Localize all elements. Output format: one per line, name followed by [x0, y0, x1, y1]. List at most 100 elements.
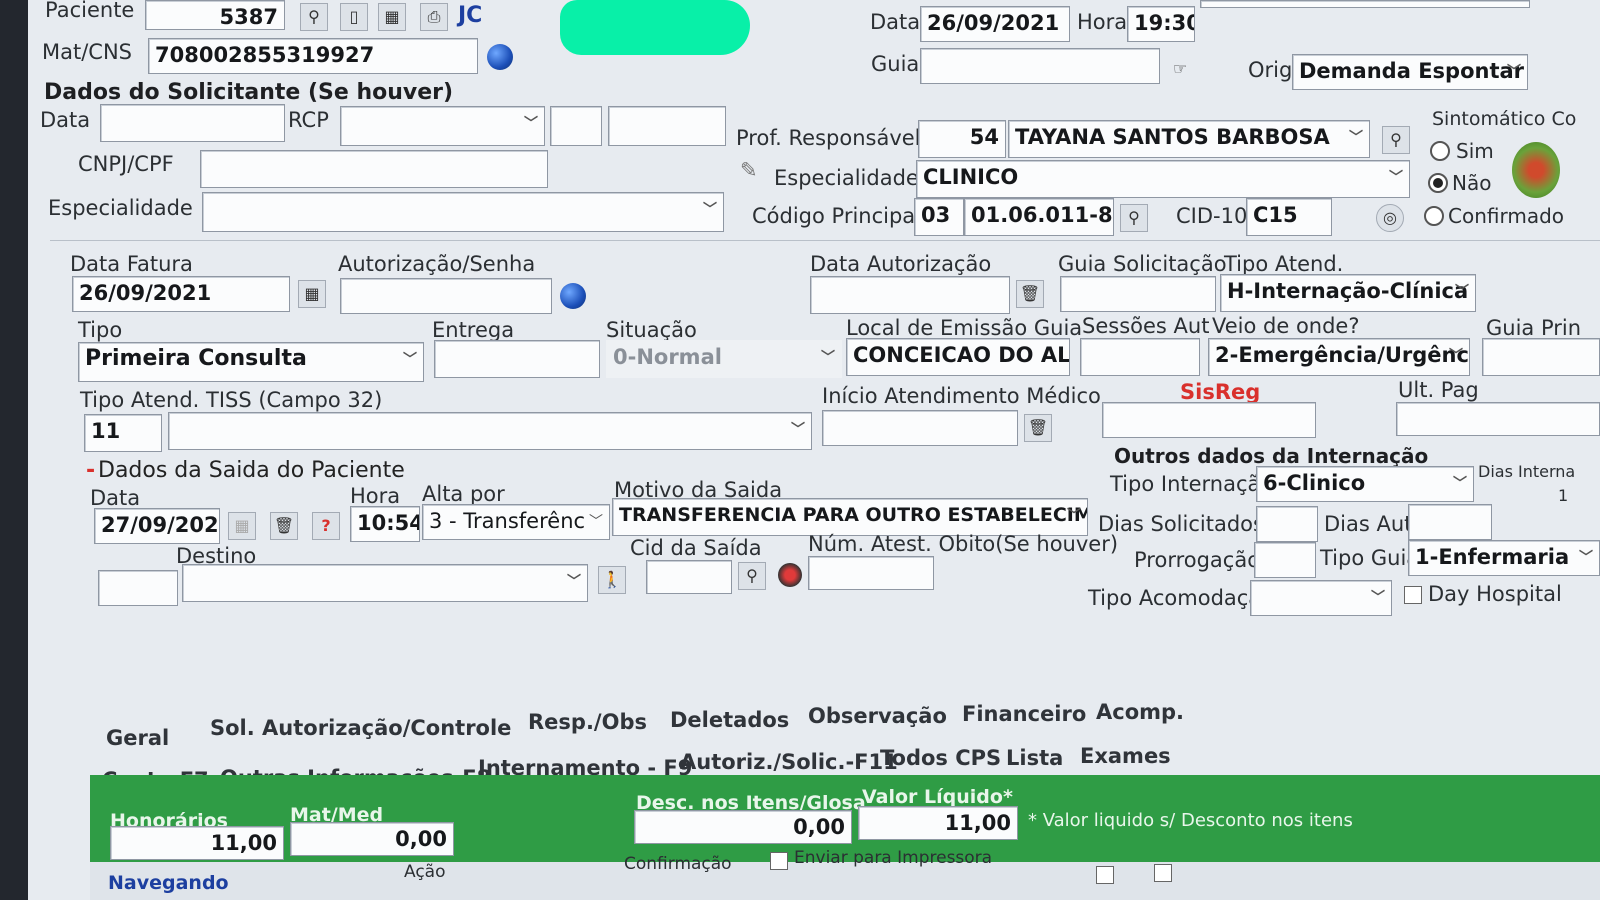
matcns-field[interactable]: 708002855319927 — [148, 38, 478, 74]
globe-icon[interactable] — [560, 283, 586, 309]
data-field[interactable]: 26/09/2021 — [920, 6, 1070, 42]
rcp-select[interactable]: ﹀ — [340, 106, 545, 146]
tab-observacao[interactable]: Observação — [808, 706, 947, 727]
document-icon[interactable]: ▯ — [340, 3, 368, 31]
day-hospital-checkbox[interactable] — [1404, 586, 1422, 604]
printer-icon[interactable]: ⎙ — [420, 3, 448, 31]
tipo-select[interactable]: Primeira Consulta ﹀ — [78, 342, 424, 382]
hora-field[interactable]: 19:30 — [1127, 6, 1195, 42]
prorrogacao-field[interactable] — [1254, 542, 1316, 578]
prof-name-select[interactable]: TAYANA SANTOS BARBOSA ﹀ — [1008, 120, 1370, 158]
bottom-checkbox-1[interactable] — [1096, 866, 1114, 884]
data-autorizacao-field[interactable] — [810, 276, 1010, 314]
motivo-select[interactable]: TRANSFERENCIA PARA OUTRO ESTABELECIMEN ﹀ — [612, 498, 1088, 536]
binoculars-icon[interactable]: ⚲ — [1382, 126, 1410, 154]
guia-field[interactable] — [920, 48, 1160, 84]
saida-data-field[interactable]: 27/09/2021 — [94, 508, 220, 544]
local-emissao-field[interactable]: CONCEICAO DO ALM — [846, 338, 1070, 376]
tiss-code-field[interactable]: 11 — [84, 414, 162, 452]
tab-sol-autorizacao[interactable]: Sol. Autorização/Controle — [210, 718, 511, 739]
honorarios-field[interactable]: 11,00 — [110, 826, 284, 860]
record-icon[interactable] — [778, 563, 802, 587]
cid-field[interactable]: C15 — [1246, 198, 1332, 236]
matmed-field[interactable]: 0,00 — [290, 822, 454, 856]
tab-todos-cps[interactable]: Todos CPS — [880, 748, 1001, 769]
binoculars-icon[interactable]: ⚲ — [1120, 204, 1148, 232]
sol-especialidade-select[interactable]: ﹀ — [202, 192, 724, 232]
calendar-icon[interactable]: ▦ — [298, 280, 326, 308]
enviar-impressora-checkbox[interactable] — [770, 852, 788, 870]
globe-icon[interactable] — [487, 44, 513, 70]
sessoes-field[interactable] — [1080, 338, 1200, 376]
orig-select[interactable]: Demanda Espontar ﹀ — [1292, 54, 1528, 90]
dias-solicitados-field[interactable] — [1256, 506, 1318, 542]
inicio-field[interactable] — [822, 410, 1018, 446]
data-fatura-field[interactable]: 26/09/2021 — [72, 276, 290, 312]
trash-icon[interactable]: 🗑 — [270, 512, 298, 540]
tab-lista[interactable]: Lista — [1006, 748, 1063, 769]
settings-icon[interactable]: ◎ — [1376, 204, 1404, 232]
tiss-select[interactable]: ﹀ — [168, 412, 812, 450]
sintomatico-nao-radio[interactable] — [1428, 173, 1448, 193]
binoculars-icon[interactable]: ⚲ — [738, 562, 766, 590]
trash-icon[interactable]: 🗑 — [1016, 280, 1044, 308]
tipo-guia-select[interactable]: 1-Enfermaria ﹀ — [1408, 540, 1600, 576]
tab-financeiro[interactable]: Financeiro — [962, 704, 1086, 725]
bottom-checkbox-2[interactable] — [1154, 864, 1172, 882]
autorizacao-field[interactable] — [340, 278, 552, 314]
codigo-procedure-field[interactable]: 01.06.011-8 — [964, 198, 1114, 236]
rcp-number-field[interactable] — [608, 106, 726, 146]
rcp-uf-field[interactable] — [550, 106, 602, 146]
cid-label: CID-10 — [1176, 204, 1248, 228]
ult-pag-field[interactable] — [1396, 402, 1600, 436]
tab-deletados[interactable]: Deletados — [670, 710, 789, 731]
walking-person-icon[interactable]: 🚶 — [598, 566, 626, 594]
virus-icon — [1512, 142, 1560, 198]
entrega-field[interactable] — [434, 340, 600, 378]
cid-saida-field[interactable] — [646, 560, 732, 594]
paciente-label: Paciente — [45, 0, 135, 22]
atestado-field[interactable] — [808, 556, 934, 590]
tab-autoriz-solic[interactable]: Autoriz./Solic.-F11 — [680, 752, 898, 773]
pin-icon[interactable]: ✎ — [740, 160, 758, 181]
prof-especialidade-select[interactable]: CLINICO ﹀ — [916, 160, 1410, 198]
calculator-icon[interactable]: ▦ — [378, 3, 406, 31]
situacao-select[interactable]: 0-Normal ﹀ — [606, 340, 842, 378]
prof-code-field[interactable]: 54 — [918, 120, 1006, 158]
sintomatico-nao-label: Não — [1452, 171, 1492, 195]
trash-icon[interactable]: 🗑 — [1024, 414, 1052, 442]
dias-aut-field[interactable] — [1408, 504, 1492, 540]
sintomatico-label: Sintomático Co — [1432, 108, 1577, 130]
section-divider — [50, 240, 1600, 241]
tab-geral[interactable]: Geral — [106, 728, 169, 749]
pointer-hand-icon[interactable]: ☞ — [1166, 56, 1194, 84]
sol-data-field[interactable] — [100, 104, 285, 142]
destino-select[interactable]: ﹀ — [182, 564, 588, 602]
tipo-atend-select[interactable]: H-Internação-Clínica ﹀ — [1220, 274, 1476, 312]
sintomatico-confirmado-radio[interactable] — [1424, 206, 1444, 226]
liquido-field[interactable]: 11,00 — [858, 806, 1018, 840]
desc-field[interactable]: 0,00 — [634, 810, 852, 844]
binoculars-icon[interactable]: ⚲ — [300, 3, 328, 31]
destino-code-field[interactable] — [98, 570, 178, 606]
codigo-group-field[interactable]: 03 — [914, 198, 964, 236]
sisreg-field[interactable] — [1102, 402, 1316, 438]
alta-select[interactable]: 3 - Transferênc ﹀ — [422, 504, 610, 540]
guia-solicitacao-field[interactable] — [1060, 276, 1216, 312]
saida-hora-field[interactable]: 10:54 — [350, 506, 420, 542]
tab-acomp[interactable]: Acomp. — [1096, 702, 1184, 723]
help-icon[interactable]: ? — [312, 512, 340, 540]
guia-prin-field[interactable] — [1482, 338, 1600, 376]
top-right-field[interactable] — [1200, 0, 1530, 8]
sintomatico-sim-radio[interactable] — [1430, 141, 1450, 161]
tab-exames[interactable]: Exames — [1080, 746, 1171, 767]
collapse-icon[interactable]: - — [86, 460, 95, 482]
tab-resp-obs[interactable]: Resp./Obs — [528, 712, 647, 733]
calendar-icon[interactable]: ▦ — [228, 512, 256, 540]
dias-internacao-value: 1 — [1558, 486, 1569, 505]
paciente-field[interactable]: 5387 — [145, 0, 285, 30]
tipo-internacao-select[interactable]: 6-Clinico ﹀ — [1256, 466, 1474, 502]
veio-select[interactable]: 2-Emergência/Urgênci ﹀ — [1208, 338, 1470, 376]
acomodacao-select[interactable]: ﹀ — [1250, 580, 1392, 616]
cnpj-field[interactable] — [200, 150, 548, 188]
